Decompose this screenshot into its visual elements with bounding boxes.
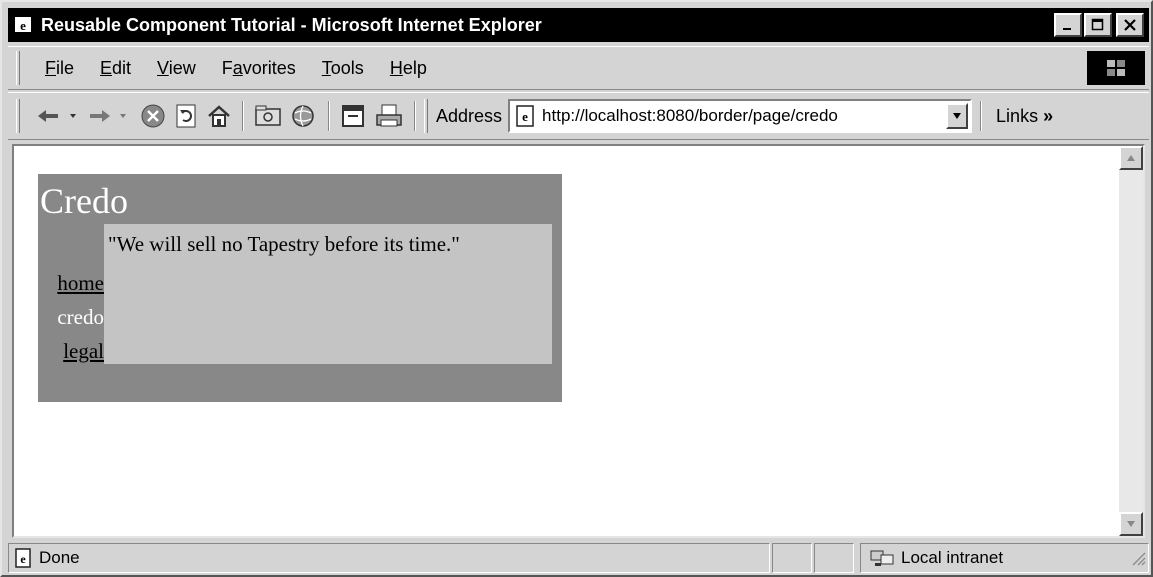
close-button[interactable] (1116, 13, 1144, 37)
svg-text:e: e (20, 18, 26, 33)
nav-current-credo: credo (57, 305, 104, 329)
page-viewport: Credo home credo legal "We will sell no … (12, 144, 1145, 538)
back-arrow-icon (38, 110, 76, 122)
menu-grip[interactable] (16, 51, 20, 85)
maximize-icon (1091, 18, 1104, 31)
local-intranet-icon (869, 548, 895, 568)
menu-favorites[interactable]: Favorites (209, 58, 309, 79)
browser-window: e Reusable Component Tutorial - Microsof… (0, 0, 1153, 577)
window-icon (342, 105, 364, 127)
title-bar[interactable]: e Reusable Component Tutorial - Microsof… (8, 8, 1149, 42)
scroll-down-button[interactable] (1119, 512, 1143, 536)
arrow-down-icon (1127, 521, 1135, 527)
links-label: Links (996, 105, 1039, 126)
minimize-button[interactable] (1054, 13, 1082, 37)
toolbar: Address e http://localhost:8080/border/p… (8, 92, 1149, 140)
links-button[interactable]: Links » (996, 106, 1053, 127)
toolbar-grip[interactable] (16, 99, 20, 133)
status-main-pane: e Done (8, 543, 770, 573)
svg-text:e: e (20, 552, 26, 566)
windows-logo-icon (1087, 51, 1145, 85)
arrow-up-icon (1127, 155, 1135, 161)
menu-view[interactable]: View (144, 58, 209, 79)
address-label: Address (436, 105, 503, 126)
scroll-up-button[interactable] (1119, 146, 1143, 170)
chevron-right-icon: » (1043, 105, 1054, 126)
refresh-icon (176, 104, 196, 128)
status-zone-pane: Local intranet (860, 543, 1149, 573)
status-text: Done (39, 548, 80, 567)
page-body: "We will sell no Tapestry before its tim… (104, 224, 552, 364)
border-component: Credo home credo legal "We will sell no … (38, 174, 562, 402)
refresh-button[interactable] (170, 98, 202, 134)
search-button[interactable] (250, 98, 286, 134)
page-title: Credo (40, 181, 128, 221)
status-bar: e Done Local intranet (8, 542, 1149, 574)
toolbar-separator (980, 101, 983, 131)
page-done-icon: e (13, 548, 33, 568)
status-pane (814, 543, 854, 573)
maximize-button[interactable] (1084, 13, 1112, 37)
svg-text:e: e (522, 109, 528, 124)
close-icon (1124, 19, 1136, 31)
zone-text: Local intranet (901, 548, 1004, 567)
forward-arrow-icon (90, 110, 126, 122)
credo-quote: "We will sell no Tapestry before its tim… (108, 232, 460, 256)
stop-button[interactable] (136, 98, 170, 134)
chevron-down-icon (953, 113, 962, 119)
nav-link-home[interactable]: home (38, 266, 104, 300)
minimize-icon (1063, 28, 1071, 30)
menu-file[interactable]: File (32, 58, 87, 79)
toolbar-separator (414, 101, 416, 131)
toolbar-separator (328, 101, 330, 131)
history-globe-icon (292, 105, 314, 127)
menu-bar: File Edit View Favorites Tools Help (8, 46, 1149, 90)
ie-app-icon: e (13, 14, 35, 36)
menu-help[interactable]: Help (377, 58, 440, 79)
print-button[interactable] (370, 98, 408, 134)
home-button[interactable] (202, 98, 236, 134)
page-icon: e (514, 105, 536, 127)
window-title: Reusable Component Tutorial - Microsoft … (41, 14, 542, 35)
nav-link-legal[interactable]: legal (38, 334, 104, 368)
forward-button[interactable] (84, 98, 136, 134)
stop-icon (141, 104, 165, 128)
status-pane (772, 543, 812, 573)
home-icon (208, 105, 230, 127)
history-button[interactable] (286, 98, 322, 134)
toolbar-separator (242, 101, 244, 131)
address-grip[interactable] (424, 99, 428, 133)
back-button[interactable] (32, 98, 84, 134)
address-input[interactable]: http://localhost:8080/border/page/credo (542, 106, 946, 126)
nav-column: home credo legal (38, 266, 104, 368)
fullscreen-button[interactable] (336, 98, 370, 134)
search-folder-icon (255, 105, 281, 126)
menu-edit[interactable]: Edit (87, 58, 144, 79)
menu-tools[interactable]: Tools (309, 58, 377, 79)
printer-icon (376, 104, 402, 127)
address-bar[interactable]: e http://localhost:8080/border/page/cred… (508, 99, 973, 133)
vertical-scrollbar[interactable] (1119, 146, 1143, 536)
resize-grip-icon[interactable] (1130, 550, 1146, 566)
address-dropdown-button[interactable] (946, 103, 969, 129)
